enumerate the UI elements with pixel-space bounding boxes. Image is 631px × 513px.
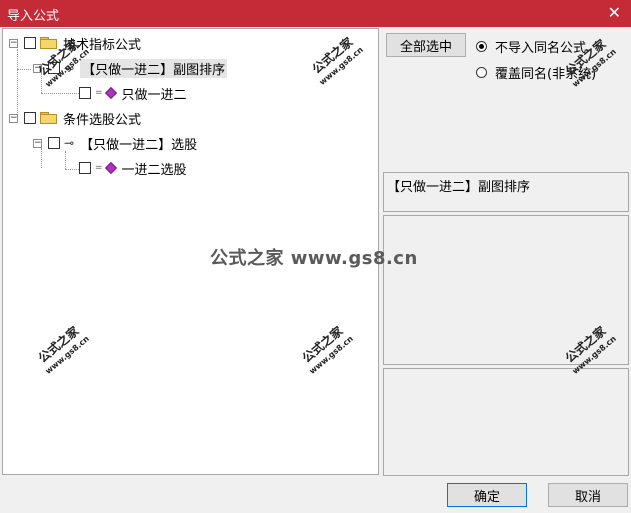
node-checkbox[interactable]: [79, 87, 91, 99]
tree-node-label: 条件选股公式: [63, 112, 142, 128]
radio-label: 不导入同名公式: [495, 41, 587, 56]
gem-icon: [104, 161, 117, 175]
formula-type-icon: =: [95, 88, 103, 98]
tree-node[interactable]: = 只做一进二: [73, 84, 187, 103]
select-all-button[interactable]: 全部选中: [386, 33, 466, 57]
tree-node[interactable]: − ⊸ 【只做一进二】副图排序: [33, 58, 228, 78]
tree-node[interactable]: − ⊸ 【只做一进二】选股: [33, 134, 198, 153]
formula-info-text: 【只做一进二】副图排序: [387, 180, 531, 195]
formula-type-icon: =: [95, 163, 103, 173]
tree-node[interactable]: − 条件选股公式: [9, 109, 142, 128]
tree-node-label: 【只做一进二】选股: [80, 137, 198, 153]
node-checkbox[interactable]: [79, 162, 91, 174]
description-box: [383, 215, 629, 365]
collapse-icon[interactable]: −: [9, 38, 18, 48]
collapse-icon[interactable]: −: [9, 113, 18, 123]
gem-icon: [104, 86, 117, 100]
detail-box: [383, 368, 629, 476]
key-icon: ⊸: [64, 136, 75, 150]
tree-node-label: 技术指标公式: [63, 37, 142, 53]
folder-icon: [40, 112, 57, 124]
node-checkbox[interactable]: [24, 37, 36, 49]
tree-node[interactable]: = 一进二选股: [73, 159, 187, 178]
radio-button[interactable]: [476, 41, 487, 52]
radio-button[interactable]: [476, 67, 487, 78]
window-title: 导入公式: [7, 9, 60, 24]
node-checkbox[interactable]: [48, 62, 60, 74]
tree-connector: [65, 151, 66, 169]
tree-node-label: 只做一进二: [121, 87, 187, 103]
node-checkbox[interactable]: [24, 112, 36, 124]
collapse-icon[interactable]: −: [33, 63, 42, 73]
tree-node-label: 一进二选股: [121, 162, 187, 178]
radio-skip-duplicates[interactable]: 不导入同名公式: [476, 37, 586, 56]
folder-icon: [40, 37, 57, 49]
ok-button[interactable]: 确定: [447, 483, 527, 507]
formula-info-box: 【只做一进二】副图排序: [383, 172, 629, 212]
radio-overwrite[interactable]: 覆盖同名(非系统): [476, 63, 596, 82]
tree-node[interactable]: − 技术指标公式: [9, 34, 142, 53]
close-icon[interactable]: ✕: [608, 3, 621, 22]
watermark-center: 公式之家 www.gs8.cn: [210, 248, 418, 269]
collapse-icon[interactable]: −: [33, 138, 42, 148]
node-checkbox[interactable]: [48, 137, 60, 149]
radio-label: 覆盖同名(非系统): [495, 67, 597, 82]
cancel-button[interactable]: 取消: [548, 483, 628, 507]
key-icon: ⊸: [64, 61, 75, 75]
tree-node-label: 【只做一进二】副图排序: [80, 58, 228, 78]
tree-connector: [17, 69, 31, 70]
title-bar: 导入公式 ✕: [0, 0, 631, 27]
